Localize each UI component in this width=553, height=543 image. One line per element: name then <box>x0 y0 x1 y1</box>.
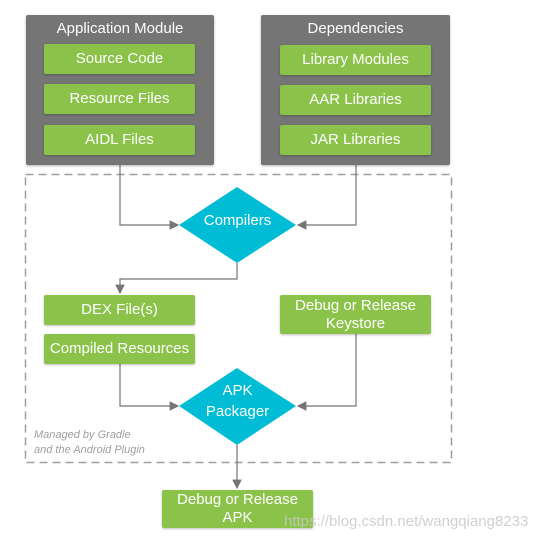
compilers-label: Compilers <box>203 212 272 229</box>
keystore-box: Debug or Release Keystore <box>280 295 431 334</box>
apk-packager-label: APK Packager <box>179 380 296 422</box>
apk-packager-line2: Packager <box>205 403 270 420</box>
final-apk-line2: APK <box>222 509 253 526</box>
source-code-box: Source Code <box>44 44 195 74</box>
dex-files-box: DEX File(s) <box>44 295 195 325</box>
managed-by-gradle-note: Managed by Gradle and the Android Plugin <box>34 428 145 458</box>
watermark: https://blog.csdn.net/wangqiang8233 <box>284 513 529 530</box>
application-module-title: Application Module <box>56 20 184 37</box>
jar-libraries-box: JAR Libraries <box>280 125 431 155</box>
aidl-files-box: AIDL Files <box>44 125 195 155</box>
library-modules-box: Library Modules <box>280 45 431 75</box>
compiled-resources-box: Compiled Resources <box>44 334 195 364</box>
arrow-keystore-to-packager <box>296 334 357 411</box>
note-line2: and the Android Plugin <box>34 444 145 456</box>
keystore-line2: Keystore <box>325 314 386 332</box>
note-line1: Managed by Gradle <box>34 429 131 441</box>
keystore-line1: Debug or Release <box>295 296 416 314</box>
build-process-diagram: Application Module Source Code Resource … <box>0 0 553 543</box>
aar-libraries-box: AAR Libraries <box>280 85 431 115</box>
dependencies-title: Dependencies <box>307 20 404 37</box>
arrow-resources-to-packager <box>119 364 180 411</box>
apk-packager-line1: APK <box>222 382 253 399</box>
final-apk-line1: Debug or Release <box>177 491 298 508</box>
resource-files-box: Resource Files <box>44 84 195 114</box>
arrow-compilers-to-dex <box>115 263 238 295</box>
